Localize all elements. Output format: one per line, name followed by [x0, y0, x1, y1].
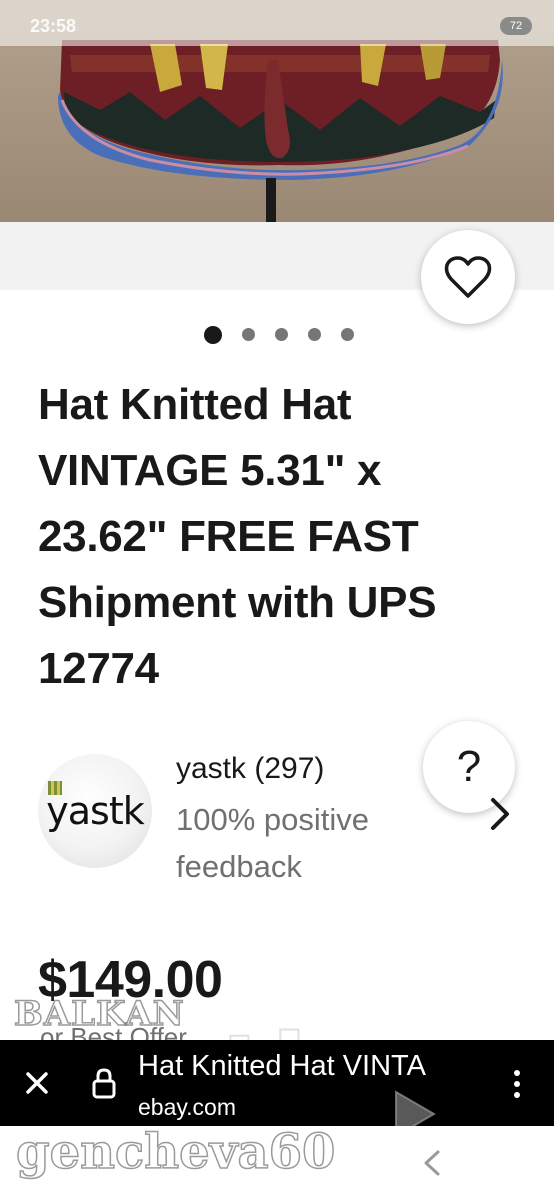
system-nav-bar	[0, 1126, 554, 1200]
lock-icon	[92, 1068, 116, 1099]
product-title: Hat Knitted Hat VINTAGE 5.31" x 23.62" F…	[38, 380, 437, 693]
chevron-right-icon[interactable]	[487, 796, 513, 832]
tab-url[interactable]: ebay.com	[138, 1094, 236, 1121]
back-icon[interactable]	[418, 1148, 446, 1178]
pagination-dot-4[interactable]	[308, 328, 321, 341]
more-vertical-icon[interactable]	[504, 1066, 530, 1102]
seller-name[interactable]: yastk (297)	[176, 752, 324, 786]
seller-avatar[interactable]: yastk	[38, 754, 152, 868]
image-pagination	[0, 325, 554, 345]
product-price: $149.00	[38, 951, 223, 1009]
seller-avatar-logo: yastk	[46, 781, 145, 833]
watch-button[interactable]	[421, 230, 515, 324]
browser-bar: Hat Knitted Hat VINTA ebay.com	[0, 1040, 554, 1126]
status-bar: 23:58 72	[0, 0, 554, 46]
seller-card[interactable]: yastk yastk (297) 100% positive feedback…	[0, 721, 554, 898]
pagination-dot-2[interactable]	[242, 328, 255, 341]
heart-icon	[444, 256, 492, 298]
pagination-dot-3[interactable]	[275, 328, 288, 341]
tab-title[interactable]: Hat Knitted Hat VINTA	[138, 1050, 478, 1083]
question-icon: ?	[456, 742, 482, 791]
close-icon[interactable]	[20, 1066, 54, 1100]
battery-indicator: 72	[500, 17, 532, 35]
pagination-dot-5[interactable]	[341, 328, 354, 341]
status-time: 23:58	[30, 16, 77, 36]
seller-feedback: 100% positive feedback	[176, 802, 370, 884]
pagination-dot-1[interactable]	[204, 326, 222, 344]
